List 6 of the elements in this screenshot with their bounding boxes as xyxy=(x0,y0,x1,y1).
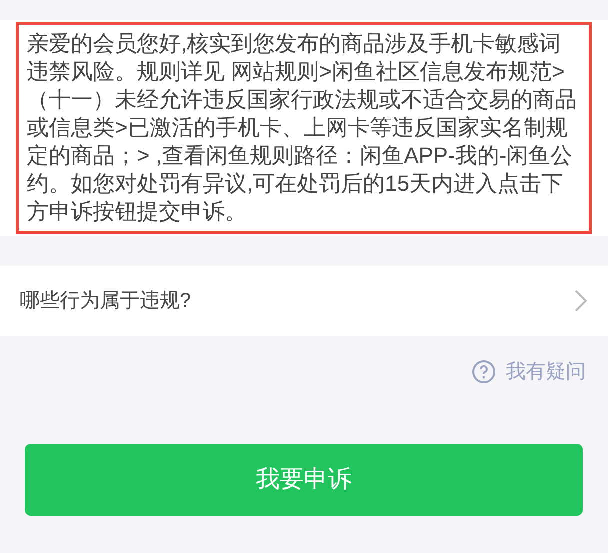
help-icon xyxy=(472,360,496,384)
chevron-right-icon xyxy=(574,289,588,313)
appeal-button[interactable]: 我要申诉 xyxy=(25,444,583,516)
notice-text: 亲爱的会员您好,核实到您发布的商品涉及手机卡敏感词违禁风险。规则详见 网站规则>闲鱼社区信息发布规范>（十一）未经允许违反国家行政法规或不适合交易的商品或信息类>已激活的手机卡、上网卡等违反国家实名制规定的商品；> ,查看闲鱼规则路径：闲鱼APP-我的-闲鱼公约。如您对处罚有异议,可在处罚后的15天内进入点击下方申诉按钮提交申诉。 xyxy=(16,22,592,234)
question-link[interactable]: 我有疑问 xyxy=(472,357,586,387)
violation-rules-link[interactable]: 哪些行为属于违规? xyxy=(0,266,608,336)
